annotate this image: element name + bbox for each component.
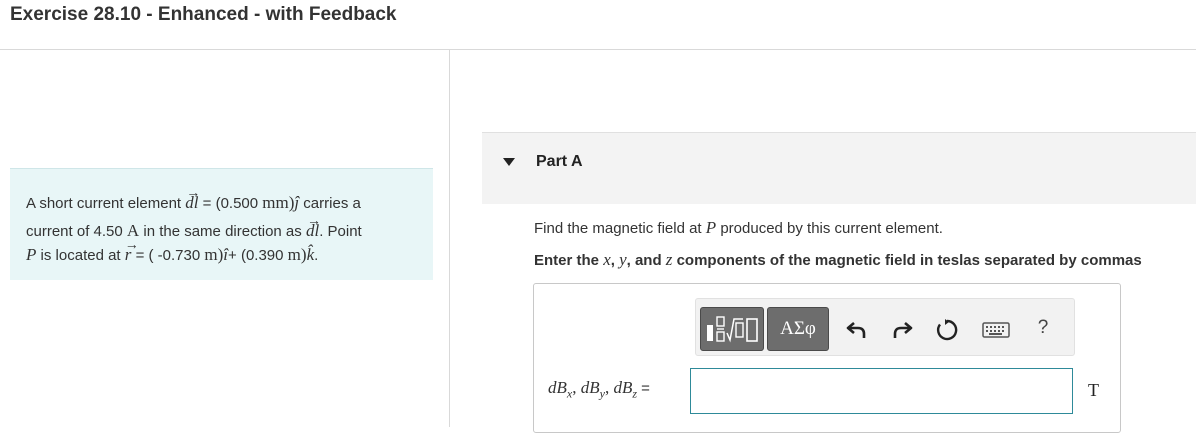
page-title: Exercise 28.10 - Enhanced - with Feedbac… (10, 4, 397, 25)
dl-vector: → dl (185, 186, 201, 212)
page-header: Exercise 28.10 - Enhanced - with Feedbac… (0, 0, 1196, 50)
undo-icon[interactable] (844, 317, 870, 343)
problem-text: in the same direction as (139, 223, 306, 240)
keyboard-icon[interactable] (981, 317, 1011, 343)
point-P: P (26, 245, 37, 264)
problem-text: + (0.390 (228, 247, 288, 264)
question-pre: Find the magnetic field at (534, 220, 706, 237)
answer-input[interactable] (690, 368, 1073, 414)
collapse-triangle-icon[interactable] (503, 158, 515, 166)
comma: , (572, 378, 581, 397)
dl-vector: → dl (305, 214, 321, 240)
var-B: B (621, 378, 633, 397)
problem-text: current of 4.50 (26, 223, 127, 240)
instruction-post: components of the magnetic field in tesl… (672, 252, 1142, 269)
var-B: B (589, 378, 600, 397)
equals: = (637, 380, 650, 397)
problem-text: = ( -0.730 (131, 247, 205, 264)
templates-button[interactable] (700, 307, 764, 351)
panel-divider (449, 50, 450, 427)
k-hat: k̂ (306, 245, 315, 264)
problem-text: = (0.500 (198, 195, 263, 212)
unit-mm: mm (262, 193, 289, 212)
problem-text: carries a (299, 195, 361, 212)
problem-line-2: current of 4.50 A in the same direction … (26, 214, 362, 241)
greek-symbols-button[interactable]: ΑΣφ (767, 307, 829, 351)
answer-area: ΑΣφ ? dBx, dBy, dBz = T (533, 283, 1121, 433)
problem-text: A short current element (26, 195, 186, 212)
unit-m: m (204, 245, 218, 264)
unit-m: m (287, 245, 301, 264)
var-d: d (613, 378, 622, 397)
part-a-title: Part A (536, 153, 583, 170)
instruction-text: Enter the x, y, and z components of the … (534, 250, 1142, 270)
r-vector: → r (124, 238, 139, 264)
sep: , and (626, 252, 666, 269)
problem-text: . Point (319, 223, 362, 240)
problem-text: is located at (36, 247, 125, 264)
var-d: d (580, 378, 590, 397)
math-toolbar: ΑΣφ ? (695, 298, 1075, 356)
var-d: d (548, 378, 557, 397)
question-text: Find the magnetic field at P produced by… (534, 218, 943, 238)
sep: , (610, 252, 620, 269)
reset-icon[interactable] (934, 317, 960, 343)
question-post: produced by this current element. (716, 220, 943, 237)
var-x: x (603, 250, 611, 269)
answer-variable-label: dBx, dBy, dBz = (548, 378, 650, 401)
var-y: y (619, 250, 627, 269)
problem-line-3: P is located at → r = ( -0.730 m)î+ (0.39… (26, 238, 319, 265)
var-B: B (556, 378, 567, 397)
part-a-header[interactable]: Part A (482, 132, 1196, 204)
templates-icon (707, 316, 758, 343)
point-P: P (705, 218, 717, 237)
problem-text: . (314, 247, 319, 264)
help-button[interactable]: ? (1030, 315, 1056, 341)
redo-icon[interactable] (889, 317, 915, 343)
unit-label: T (1088, 380, 1099, 400)
instruction-pre: Enter the (534, 252, 604, 269)
problem-line-1: A short current element → dl = (0.500 mm)… (26, 186, 361, 213)
problem-statement: A short current element → dl = (0.500 mm)… (10, 168, 433, 280)
